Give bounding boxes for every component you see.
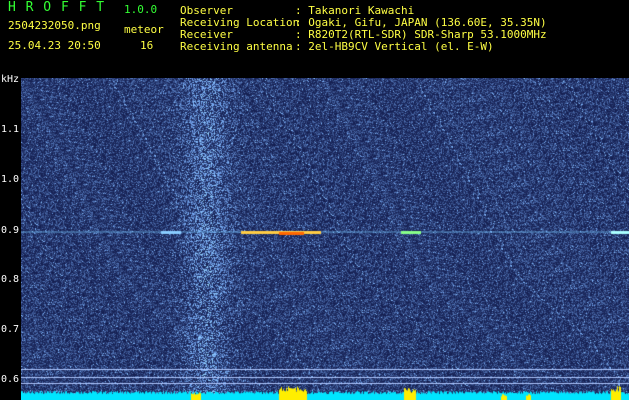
mode-value: 16	[140, 39, 154, 52]
mode-label: meteor	[124, 23, 164, 36]
freq-tick-label: 0.9	[1, 225, 20, 236]
filename-label: 2504232050.png	[8, 19, 101, 32]
spectrogram-canvas	[21, 78, 629, 400]
freq-tick-label: 1.1	[1, 124, 20, 135]
freq-tick-label: 0.6	[1, 374, 20, 385]
antenna-label: Receiving antenna	[180, 40, 293, 53]
antenna-value: : 2el-HB9CV Vertical (el. E-W)	[295, 40, 494, 53]
unit-label: kHz	[1, 74, 20, 85]
header-panel: H R O F F T 1.0.0 2504232050.png meteor …	[0, 0, 629, 78]
freq-tick-label: 0.7	[1, 324, 20, 335]
app-title: H R O F F T	[8, 0, 106, 15]
datetime-label: 25.04.23 20:50	[8, 39, 101, 52]
freq-tick-label: 0.8	[1, 274, 20, 285]
app-version: 1.0.0	[124, 3, 158, 16]
freq-tick-label: 1.0	[1, 174, 20, 185]
